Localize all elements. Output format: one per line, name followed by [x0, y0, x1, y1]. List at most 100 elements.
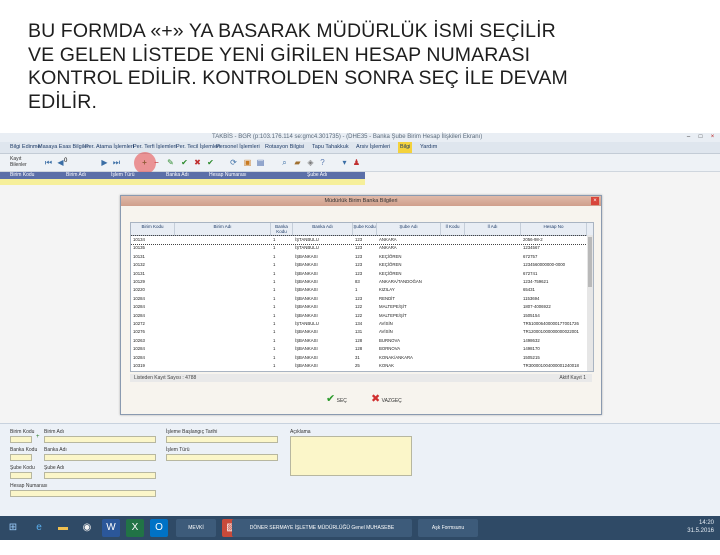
- grid-col-birim-adi[interactable]: Birim Adı: [66, 172, 86, 179]
- grid-col-islem-turu[interactable]: İşlem Türü: [111, 172, 135, 179]
- table-row[interactable]: 10284 1 İŞBANKASI 123 RENDİT 1153694: [131, 295, 593, 303]
- exit-icon[interactable]: ♟: [352, 158, 361, 167]
- table-row[interactable]: 10132 1 İŞBANKASI 123 KEÇİÖREN 1234560000000-…: [131, 261, 593, 269]
- table-row[interactable]: 10134 1 İŞTANBULU 123 ANKARA 2056-98-2: [131, 235, 593, 245]
- lookup-plus-icon[interactable]: +: [36, 434, 40, 440]
- help-icon[interactable]: ?: [318, 158, 327, 167]
- col-sube-adi[interactable]: Şube Adı: [377, 223, 441, 235]
- print-icon[interactable]: ▣: [243, 158, 252, 167]
- main-grid-row[interactable]: [0, 179, 365, 185]
- banka-kodu-field[interactable]: [10, 454, 32, 461]
- menu-item-tapu[interactable]: Tapu Tahakkuk: [312, 142, 349, 153]
- sube-adi-field[interactable]: [44, 472, 156, 479]
- excel-icon[interactable]: X: [126, 519, 144, 537]
- cancel-icon[interactable]: ✖: [193, 158, 202, 167]
- minimize-button[interactable]: –: [684, 134, 693, 141]
- menu-item-arsiv[interactable]: Arsiv İşlemleri: [356, 142, 390, 153]
- grid-col-sube-adi[interactable]: Şube Adı: [307, 172, 327, 179]
- muhasebe-taskbar-button[interactable]: DÖNER SERMAYE İŞLETME MÜDÜRLÜĞÜ Genel MU…: [232, 519, 412, 537]
- hesap-numarasi-field[interactable]: [10, 490, 156, 497]
- col-il-adi[interactable]: İl Adı: [465, 223, 521, 235]
- menu-item-terfi[interactable]: Per. Terfi İşlemleri: [133, 142, 177, 153]
- table-row[interactable]: 10272 1 İŞTANBULU 134 AVİSİN TR51000640000017…: [131, 320, 593, 328]
- table-row[interactable]: 10284 1 İŞBANKASI 122 MALTEPE/ŞİT 1505154: [131, 312, 593, 320]
- cell-sube-kodu: 122: [355, 312, 363, 318]
- edit-record-icon[interactable]: ✎: [166, 158, 175, 167]
- col-il-kodu[interactable]: İl Kodu: [441, 223, 465, 235]
- prev-record-icon[interactable]: ◀: [56, 158, 65, 167]
- word-icon[interactable]: W: [102, 519, 120, 537]
- tools-icon[interactable]: ▾: [340, 158, 349, 167]
- bank-info-table: Birim Kodu Birim Adı Banka Kodu Banka Ad…: [130, 222, 594, 372]
- menu-item-yardim[interactable]: Yardım: [420, 142, 437, 153]
- outlook-icon[interactable]: O: [150, 519, 168, 537]
- scroll-thumb[interactable]: [588, 237, 592, 287]
- takbis-taskbar-button[interactable]: MEVKİ PLATFORMU: [176, 519, 216, 549]
- col-birim-kodu[interactable]: Birim Kodu: [131, 223, 175, 235]
- folder-icon[interactable]: ▰: [293, 158, 302, 167]
- cell-birim-kodu: 10131: [133, 253, 145, 259]
- apply-icon[interactable]: ✔: [206, 158, 215, 167]
- table-row[interactable]: 10284 1 İŞBANKASI 31 KONAK/ANKARA 1505215: [131, 354, 593, 362]
- table-row[interactable]: 10319 1 İŞBANKASI 25 KONAK TR3000010040000012…: [131, 362, 593, 370]
- first-record-icon[interactable]: ⏮: [44, 158, 53, 167]
- clock-time: 14:20: [698, 520, 714, 526]
- menu-item-masaya-esas[interactable]: Masaya Esas Bilgiler: [38, 142, 89, 153]
- cell-banka-kodu: 1: [273, 363, 276, 368]
- table-row[interactable]: 10284 1 İŞBANKASI 122 MALTEPE/ŞİT 1807-400692…: [131, 303, 593, 311]
- grid-col-banka-adi[interactable]: Banka Adı: [166, 172, 189, 179]
- banka-adi-field[interactable]: [44, 454, 156, 461]
- grid-col-hesap-numarasi[interactable]: Hesap Numarası: [209, 172, 247, 179]
- windows-start-icon[interactable]: ⊞: [4, 519, 22, 537]
- filter-icon[interactable]: ◈: [306, 158, 315, 167]
- grid-col-birim-kodu[interactable]: Birim Kodu: [10, 172, 34, 179]
- menu-item-bilgi[interactable]: Bilgi: [398, 142, 413, 153]
- menu-item-atama[interactable]: Per. Atama İşlemleri: [85, 142, 134, 153]
- islem-turu-select[interactable]: [166, 454, 278, 461]
- col-banka-kodu[interactable]: Banka Kodu: [271, 223, 293, 235]
- next-record-icon[interactable]: ▶: [100, 158, 109, 167]
- col-birim-adi[interactable]: Birim Adı: [175, 223, 271, 235]
- col-sube-kodu[interactable]: Şube Kodu: [353, 223, 377, 235]
- search-icon[interactable]: ⌕: [280, 158, 289, 167]
- explorer-icon[interactable]: ▬: [54, 519, 72, 537]
- table-scrollbar[interactable]: [587, 235, 593, 371]
- maximize-button[interactable]: □: [696, 134, 705, 141]
- close-button[interactable]: ×: [708, 134, 717, 141]
- menu-item-tecil[interactable]: Per. Tecil İşlemleri: [176, 142, 220, 153]
- refresh-icon[interactable]: ⟳: [229, 158, 238, 167]
- birim-adi-field[interactable]: [44, 436, 156, 443]
- col-banka-adi[interactable]: Banka Adı: [293, 223, 353, 235]
- table-row[interactable]: 10263 1 İŞBANKASI 128 BURNOVA 1498632: [131, 337, 593, 345]
- table-row[interactable]: 10135 1 İŞTANBULU 123 ANKARA 1234567: [131, 244, 593, 252]
- dialog-close-icon[interactable]: ×: [591, 197, 599, 205]
- confirm-icon[interactable]: ✔: [180, 158, 189, 167]
- table-row[interactable]: 10129 1 İŞBANKASI 83 ANKARA/TANDOĞAN 1234-759…: [131, 278, 593, 286]
- table-row[interactable]: 10284 1 İŞBANKASI 128 BORNOVA 1498170: [131, 345, 593, 353]
- select-button[interactable]: ✔ SEÇ: [326, 392, 347, 406]
- table-row[interactable]: 10131 1 İŞBANKASI 123 KEÇİÖREN 672741: [131, 270, 593, 278]
- table-row[interactable]: 10131 1 İŞBANKASI 123 KEÇİÖREN 672757: [131, 253, 593, 261]
- table-row[interactable]: 10276 1 İŞBANKASI 131 AVİSİN TR12000100000000…: [131, 328, 593, 336]
- clock-date: 31.5.2016: [687, 528, 714, 534]
- islem-baslangic-field[interactable]: [166, 436, 278, 443]
- menu-item-bilgi-edinme[interactable]: Bilgi Edinme: [10, 142, 41, 153]
- birim-kodu-field[interactable]: [10, 436, 32, 443]
- table-row[interactable]: 10220 1 İŞBANKASI 1 KIZILAY 65431: [131, 286, 593, 294]
- sube-adi-label: Şube Adı: [44, 465, 65, 471]
- aciklama-textarea[interactable]: [290, 436, 412, 476]
- save-icon[interactable]: ▤: [256, 158, 265, 167]
- system-tray[interactable]: 14:20 31.5.2016: [687, 519, 714, 535]
- col-hesap-no[interactable]: Hesap No: [521, 223, 587, 235]
- form-taskbar-button[interactable]: Aşk Formsunu: [418, 519, 478, 537]
- chrome-icon[interactable]: ◉: [78, 519, 96, 537]
- sube-kodu-field[interactable]: [10, 472, 32, 479]
- cancel-button[interactable]: ✖ VAZGEÇ: [371, 392, 402, 406]
- ie-icon[interactable]: e: [30, 519, 48, 537]
- cell-banka-adi: İŞBANKASI: [295, 295, 318, 301]
- menu-item-rotasyon[interactable]: Rotasyon Bilgisi: [265, 142, 304, 153]
- last-record-icon[interactable]: ⏭: [112, 158, 121, 167]
- caption-line: KONTROL EDİLİR. KONTROLDEN SONRA SEÇ İLE…: [28, 67, 568, 89]
- cell-sube-adi: KEÇİÖREN: [379, 253, 402, 259]
- menu-item-personel[interactable]: Personel İşlemleri: [216, 142, 260, 153]
